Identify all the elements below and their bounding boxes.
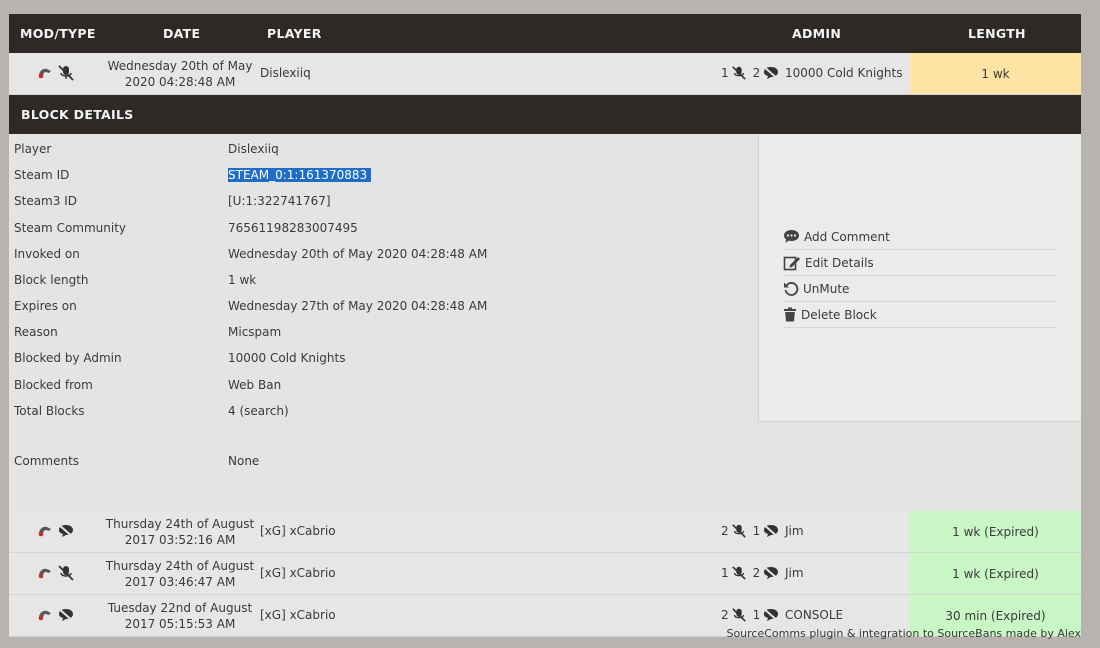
col-player[interactable]: PLAYER <box>267 26 322 41</box>
col-mod-type[interactable]: MOD/TYPE <box>20 26 96 41</box>
row-admin: 10000 Cold Knights <box>785 66 903 80</box>
row-player: [xG] xCabrio <box>260 566 336 580</box>
detail-blocked-by-admin: Blocked by Admin 10000 Cold Knights <box>14 351 346 365</box>
game-mod-icon <box>38 526 51 537</box>
row-admin: Jim <box>785 566 804 580</box>
block-details-header: BLOCK DETAILS <box>9 95 1081 134</box>
delete-block-button[interactable]: Delete Block <box>783 302 1057 328</box>
gag-count: 2 <box>752 66 761 80</box>
trash-icon <box>784 307 796 322</box>
add-comment-button[interactable]: Add Comment <box>783 224 1057 250</box>
block-counts: 1 2 <box>721 65 780 81</box>
row-length: 1 wk (Expired) <box>910 553 1081 594</box>
detail-invoked-on: Invoked on Wednesday 20th of May 2020 04:… <box>14 247 488 261</box>
table-header: MOD/TYPE DATE PLAYER ADMIN LENGTH <box>9 14 1081 53</box>
chat-blocked-icon <box>57 607 75 623</box>
chat-blocked-icon <box>57 523 75 539</box>
detail-steam3-id: Steam3 ID [U:1:322741767] <box>14 194 331 208</box>
table-row[interactable]: Wednesday 20th of May 2020 04:28:48 AM D… <box>9 53 1081 95</box>
row-date: Tuesday 22nd of August 2017 05:15:53 AM <box>107 601 253 631</box>
row-player: Dislexiiq <box>260 66 311 80</box>
row-date: Thursday 24th of August 2017 03:46:47 AM <box>105 559 255 589</box>
row-length: 1 wk <box>910 53 1081 94</box>
mic-muted-icon <box>58 65 74 81</box>
mic-muted-icon <box>58 565 74 581</box>
col-length[interactable]: LENGTH <box>968 26 1026 41</box>
col-date[interactable]: DATE <box>163 26 200 41</box>
mod-type-icons <box>37 565 75 581</box>
row-player: [xG] xCabrio <box>260 524 336 538</box>
mod-type-icons <box>37 523 75 539</box>
detail-reason: Reason Micspam <box>14 325 282 339</box>
row-date: Thursday 24th of August 2017 03:52:16 AM <box>105 517 255 547</box>
col-admin[interactable]: ADMIN <box>792 26 841 41</box>
comment-icon <box>784 230 799 243</box>
table-row[interactable]: Thursday 24th of August 2017 03:46:47 AM… <box>9 553 1081 595</box>
row-admin: CONSOLE <box>785 608 844 622</box>
mic-muted-icon <box>731 66 746 80</box>
row-admin: Jim <box>785 524 804 538</box>
game-mod-icon <box>38 568 51 579</box>
detail-player: Player Dislexiiq <box>14 142 279 156</box>
detail-comments: Comments None <box>14 454 260 468</box>
edit-icon <box>783 256 800 270</box>
chat-blocked-icon <box>762 65 780 81</box>
detail-block-length: Block length 1 wk <box>14 273 257 287</box>
detail-steam-community: Steam Community 76561198283007495 <box>14 221 358 235</box>
steam-community-link[interactable]: 76561198283007495 <box>228 221 358 235</box>
mic-muted-icon <box>731 608 746 622</box>
chat-blocked-icon <box>762 607 780 623</box>
game-mod-icon <box>38 610 51 621</box>
table-row[interactable]: Thursday 24th of August 2017 03:52:16 AM… <box>9 511 1081 553</box>
row-date: Wednesday 20th of May 2020 04:28:48 AM <box>107 59 253 89</box>
edit-details-button[interactable]: Edit Details <box>783 250 1057 276</box>
block-counts: 2 1 <box>721 607 780 623</box>
detail-expires-on: Expires on Wednesday 27th of May 2020 04:… <box>14 299 488 313</box>
row-length: 1 wk (Expired) <box>910 511 1081 552</box>
chat-blocked-icon <box>762 565 780 581</box>
mic-muted-icon <box>731 524 746 538</box>
block-actions-panel: Add Comment Edit Details UnMute Delete B… <box>758 134 1081 422</box>
chat-blocked-icon <box>762 523 780 539</box>
steam-id-value[interactable]: STEAM_0:1:161370883 <box>228 168 372 182</box>
detail-steam-id: Steam ID STEAM_0:1:161370883 <box>14 168 754 188</box>
footer-credit: SourceComms plugin & integration to Sour… <box>726 627 1081 640</box>
list-spacer <box>9 498 1081 511</box>
comms-list: MOD/TYPE DATE PLAYER ADMIN LENGTH Wednes… <box>9 14 1081 637</box>
detail-total-blocks: Total Blocks 4 (search) <box>14 404 289 418</box>
row-player: [xG] xCabrio <box>260 608 336 622</box>
block-counts: 1 2 <box>721 565 780 581</box>
block-details-panel: Player Dislexiiq Steam ID STEAM_0:1:161370… <box>9 134 1081 498</box>
total-blocks-search-link[interactable]: 4 (search) <box>228 404 289 418</box>
block-counts: 2 1 <box>721 523 780 539</box>
unmute-button[interactable]: UnMute <box>783 276 1057 302</box>
mod-type-icons <box>37 607 75 623</box>
mod-type-icons <box>37 65 75 81</box>
mute-count: 1 <box>721 66 729 80</box>
undo-icon <box>784 282 799 296</box>
game-mod-icon <box>38 68 51 79</box>
mic-muted-icon <box>731 566 746 580</box>
detail-blocked-from: Blocked from Web Ban <box>14 378 282 392</box>
